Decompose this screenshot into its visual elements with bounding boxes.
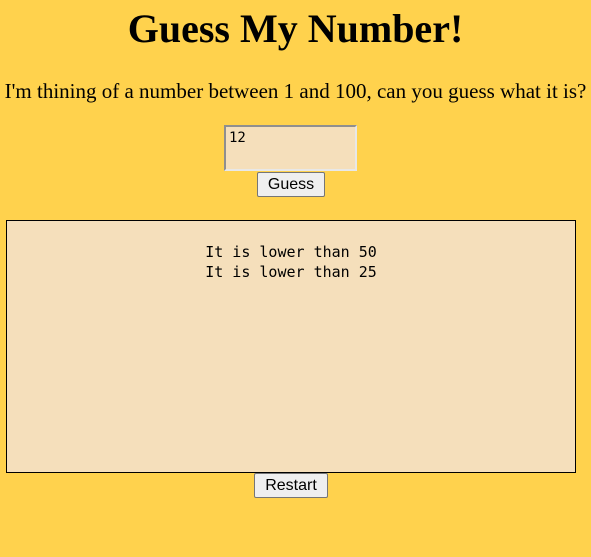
game-instructions: I'm thining of a number between 1 and 10… [4,79,587,103]
feedback-line: It is lower than 25 [205,263,377,281]
guess-button[interactable]: Guess [257,172,325,197]
restart-button[interactable]: Restart [254,473,328,498]
feedback-panel: It is lower than 50 It is lower than 25 [6,220,576,473]
page-title: Guess My Number! [127,6,464,51]
guess-input[interactable]: 12 [224,125,357,171]
feedback-line: It is lower than 50 [205,243,377,261]
guess-game-page: Guess My Number! I'm thining of a number… [0,0,591,557]
